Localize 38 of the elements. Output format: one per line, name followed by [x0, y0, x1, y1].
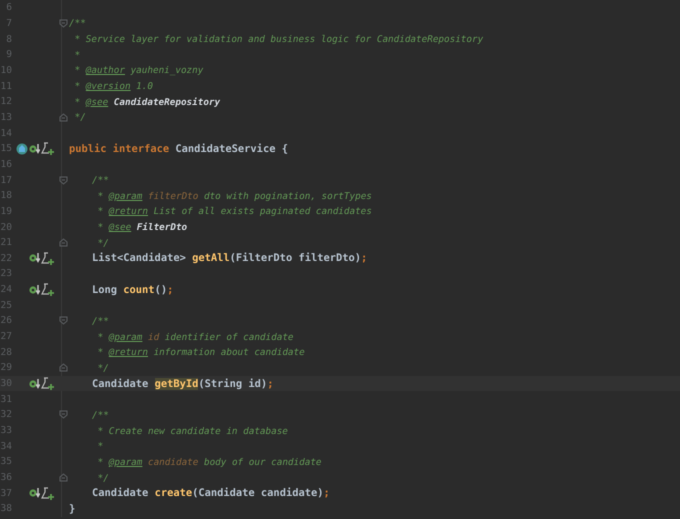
flask-plus-icon[interactable] — [41, 252, 54, 265]
code-line: /** — [92, 174, 109, 186]
code-line: public interface CandidateService { — [69, 142, 288, 155]
code-line: * @see FilterDto — [96, 221, 188, 234]
code-line: * @version 1.0 — [74, 80, 153, 92]
code-line: /** — [92, 408, 109, 421]
implemented-icon[interactable] — [29, 487, 40, 500]
implemented-icon[interactable] — [29, 284, 40, 296]
code-line: * @param filterDto dto with pogination, sortTypes — [96, 190, 372, 202]
code-line: */ — [74, 111, 86, 124]
implemented-icon[interactable] — [29, 142, 40, 155]
flask-plus-icon[interactable] — [41, 283, 54, 296]
code-line: * @param id identifier of candidate — [96, 330, 294, 343]
flask-plus-icon[interactable] — [41, 486, 54, 500]
code-line: * @return information about candidate — [96, 346, 305, 358]
code-line: * @author yauheni_vozny — [74, 64, 204, 76]
flask-plus-icon[interactable] — [41, 142, 54, 156]
implemented-icon[interactable] — [29, 252, 40, 264]
code-line: */ — [96, 362, 109, 374]
code-line: * Service layer for validation and business logic for CandidateRepository — [74, 33, 484, 46]
code-line: } — [69, 502, 76, 515]
code-line: Candidate getById(String id); — [92, 378, 274, 390]
implemented-icon[interactable] — [29, 378, 40, 390]
hierarchy-icon[interactable] — [16, 142, 28, 155]
code-line: */ — [96, 236, 109, 249]
code-line: * Create new candidate in database — [96, 424, 288, 437]
code-line: * @param candidate body of our candidate — [96, 456, 322, 468]
code-line: * @return List of all exists paginated candidates — [96, 205, 372, 218]
code-line: */ — [96, 472, 109, 484]
code-line: * — [74, 48, 80, 61]
code-line: Candidate create(Candidate candidate); — [92, 487, 330, 500]
code-line: * — [96, 440, 104, 452]
code-line: List<Candidate> getAll(FilterDto filterDto); — [92, 252, 368, 264]
code-line: Long count(); — [92, 284, 174, 296]
code-line: /** — [92, 314, 109, 327]
code-line: * @see CandidateRepository — [74, 96, 220, 108]
code-line: /** — [69, 17, 86, 30]
flask-plus-icon[interactable] — [41, 377, 54, 390]
